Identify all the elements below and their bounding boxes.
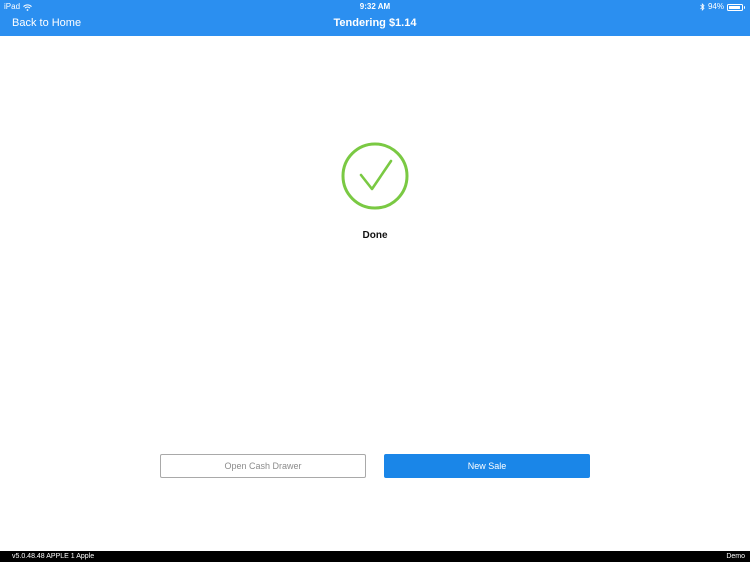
bluetooth-icon	[700, 3, 705, 11]
status-bar-right: 94%	[700, 2, 745, 12]
page-title: Tendering $1.14	[333, 17, 417, 29]
top-bar: iPad 9:32 AM 94% Back to Home Tendering …	[0, 0, 750, 36]
open-cash-drawer-button[interactable]: Open Cash Drawer	[160, 454, 366, 478]
mode-label: Demo	[726, 553, 745, 560]
status-label: Done	[362, 230, 388, 241]
battery-cap	[743, 5, 745, 9]
battery-icon	[727, 3, 745, 11]
new-sale-button[interactable]: New Sale	[384, 454, 590, 478]
checkmark-circle-icon	[341, 142, 409, 210]
version-info: v5.0.48.48 APPLE 1 Apple	[12, 553, 95, 560]
battery-body	[727, 3, 743, 11]
status-time: 9:32 AM	[359, 2, 391, 11]
battery-percent: 94%	[707, 2, 724, 11]
battery-fill	[729, 5, 741, 9]
footer-bar: v5.0.48.48 APPLE 1 Apple Demo	[0, 551, 750, 562]
